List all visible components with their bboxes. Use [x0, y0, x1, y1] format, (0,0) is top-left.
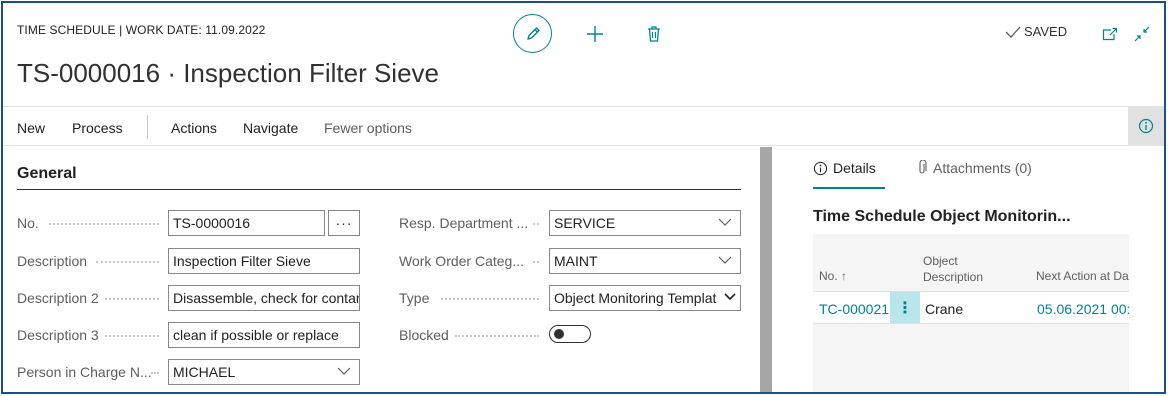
tab-attachments[interactable]: Attachments (0)	[916, 160, 1032, 176]
label-no: No.	[17, 215, 39, 231]
collapse-button[interactable]	[1133, 23, 1151, 45]
section-title-general: General	[17, 165, 77, 182]
page-caption: TIME SCHEDULE | WORK DATE: 11.09.2022	[17, 23, 266, 37]
label-leader	[96, 261, 159, 263]
no-assist-button[interactable]: ···	[328, 210, 360, 236]
edit-button[interactable]	[513, 14, 552, 53]
label-leader	[441, 298, 539, 300]
action-process[interactable]: Process	[72, 120, 123, 136]
table-row[interactable]: TC-000021 ⋮ Crane 05.06.2021 00:0	[813, 291, 1129, 324]
label-type: Type	[399, 290, 430, 306]
open-new-window-icon	[1102, 27, 1118, 41]
collapse-icon	[1134, 26, 1150, 42]
action-bar: New Process Actions Navigate Fewer optio…	[3, 106, 1164, 146]
person-in-charge-value: MICHAEL	[173, 364, 236, 380]
label-description: Description	[17, 253, 88, 269]
save-status: SAVED	[1005, 24, 1067, 39]
action-fewer-options[interactable]: Fewer options	[324, 120, 412, 136]
active-tab-indicator	[813, 187, 885, 189]
label-description-3: Description 3	[17, 327, 99, 343]
tab-details-label: Details	[833, 160, 876, 176]
description-3-field[interactable]: clean if possible or replace	[168, 322, 360, 348]
page-title: TS-0000016 · Inspection Filter Sieve	[17, 58, 439, 88]
page-frame: TIME SCHEDULE | WORK DATE: 11.09.2022 TS…	[1, 1, 1166, 394]
label-description-2: Description 2	[17, 290, 99, 306]
info-icon	[813, 161, 828, 175]
label-leader	[105, 335, 159, 337]
row-next-action: 05.06.2021 00:0	[1037, 301, 1129, 317]
action-separator	[147, 115, 148, 139]
description-2-field[interactable]: Disassemble, check for contan	[168, 285, 360, 311]
type-select[interactable]: Object Monitoring Templat	[549, 285, 741, 311]
factbox-toggle-button[interactable]	[1128, 107, 1164, 145]
more-vertical-icon: ⋮	[897, 299, 913, 317]
open-new-window-button[interactable]	[1101, 23, 1119, 45]
label-leader	[105, 298, 159, 300]
tab-details[interactable]: Details	[813, 160, 876, 176]
no-field[interactable]: TS-0000016	[168, 210, 325, 236]
column-header-no[interactable]: No. ↑	[819, 269, 847, 283]
toggle-knob	[554, 329, 564, 339]
label-person-in-charge: Person in Charge N...	[17, 364, 152, 380]
action-new[interactable]: New	[17, 120, 45, 136]
label-leader	[151, 372, 159, 374]
label-leader	[533, 261, 539, 263]
checkmark-icon	[1005, 26, 1021, 38]
label-work-order-category: Work Order Categ...	[399, 253, 525, 269]
factbox-title[interactable]: Time Schedule Object Monitorin...	[813, 208, 1071, 226]
chevron-down-icon	[718, 256, 732, 264]
work-order-category-value: MAINT	[554, 253, 598, 269]
info-icon	[1138, 118, 1154, 134]
label-leader	[533, 223, 539, 225]
delete-icon	[648, 26, 660, 42]
type-value: Object Monitoring Templat	[554, 290, 717, 306]
add-button[interactable]	[585, 23, 605, 45]
resp-department-value: SERVICE	[554, 215, 616, 231]
pane-splitter[interactable]	[760, 147, 772, 392]
column-header-object-description-line1[interactable]: Object	[923, 254, 958, 268]
label-leader	[49, 223, 159, 225]
row-menu-button[interactable]: ⋮	[890, 292, 920, 323]
section-divider	[17, 189, 741, 190]
delete-button[interactable]	[645, 23, 663, 45]
save-status-label: SAVED	[1024, 24, 1068, 39]
person-in-charge-select[interactable]: MICHAEL	[168, 359, 360, 385]
chevron-down-icon	[724, 292, 736, 302]
label-blocked: Blocked	[399, 327, 449, 343]
label-leader	[455, 335, 539, 337]
chevron-down-icon	[337, 367, 351, 375]
work-order-category-select[interactable]: MAINT	[549, 248, 741, 274]
description-field[interactable]: Inspection Filter Sieve	[168, 248, 360, 274]
action-navigate[interactable]: Navigate	[243, 120, 298, 136]
add-icon	[587, 26, 603, 42]
row-object-description: Crane	[925, 301, 964, 317]
column-header-next-action[interactable]: Next Action at Da	[1036, 269, 1129, 283]
factbox-list: No. ↑ Object Description Next Action at …	[813, 234, 1129, 392]
paperclip-icon	[919, 160, 927, 174]
edit-icon	[526, 26, 540, 40]
action-actions[interactable]: Actions	[171, 120, 217, 136]
chevron-down-icon	[718, 218, 732, 226]
row-no[interactable]: TC-000021	[819, 301, 889, 317]
column-header-object-description-line2[interactable]: Description	[923, 270, 983, 284]
resp-department-select[interactable]: SERVICE	[549, 210, 741, 236]
label-resp-department: Resp. Department ...	[399, 215, 529, 231]
tab-attachments-label: Attachments (0)	[933, 160, 1032, 176]
blocked-toggle[interactable]	[549, 325, 591, 343]
